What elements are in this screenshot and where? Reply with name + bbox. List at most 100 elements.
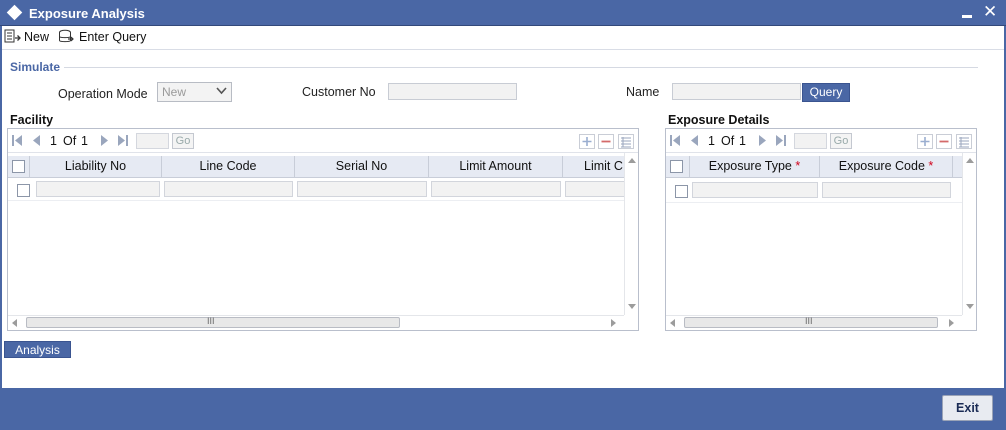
customer-no-label: Customer No [302,85,376,99]
exposure-page-input[interactable] [794,133,827,149]
exposure-header-row: Exposure Type * Exposure Code * [666,156,976,178]
name-label: Name [626,85,660,99]
delete-row-icon[interactable] [598,134,614,149]
enter-query-button-label: Enter Query [79,30,147,44]
window-titlebar: Exposure Analysis ✕ [0,0,1006,26]
last-page-icon[interactable] [776,135,786,146]
scroll-up-icon[interactable] [966,158,974,163]
facility-horizontal-scrollbar[interactable]: III [8,315,624,329]
col-limit-c[interactable]: Limit C [563,156,625,178]
scroll-grip: III [207,316,215,326]
exposure-page-current: 1 [708,134,715,148]
name-input[interactable] [672,83,801,100]
limit-c-cell[interactable] [565,181,625,197]
facility-page-of: Of [63,134,77,148]
col-line-code[interactable]: Line Code [162,156,295,178]
window-title: Exposure Analysis [29,6,145,21]
row-checkbox[interactable] [17,184,30,197]
exposure-page-of: Of [721,134,735,148]
app-diamond-icon [6,4,23,21]
liability-no-cell[interactable] [36,181,160,197]
scroll-grip: III [805,316,813,326]
window-frame-left [0,26,2,390]
col-serial-no[interactable]: Serial No [295,156,429,178]
last-page-icon[interactable] [118,135,128,146]
enter-query-icon [59,29,74,43]
add-row-icon[interactable] [917,134,933,149]
line-code-cell[interactable] [164,181,293,197]
scroll-left-icon[interactable] [670,319,675,327]
exposure-code-cell[interactable] [822,182,951,198]
scroll-down-icon[interactable] [628,304,636,309]
minimize-icon[interactable] [962,8,974,18]
facility-select-all-cell [8,156,30,178]
simulate-section-title: Simulate [10,60,61,74]
toolbar: New Enter Query [0,26,1006,50]
scroll-down-icon[interactable] [966,304,974,309]
customer-no-input[interactable] [388,83,517,100]
exposure-details-grid: 1 Of 1 Go Exposure Type * Exposure Code … [665,128,977,331]
single-view-icon[interactable] [618,134,634,149]
next-page-icon[interactable] [99,135,109,146]
operation-mode-value: New [162,85,187,99]
query-button[interactable]: Query [802,83,850,102]
delete-row-icon[interactable] [936,134,952,149]
table-row [8,179,625,201]
facility-header-row: Liability No Line Code Serial No Limit A… [8,156,638,178]
exposure-page-total: 1 [739,134,746,148]
facility-vertical-scrollbar[interactable] [624,153,638,315]
col-liability-no[interactable]: Liability No [30,156,162,178]
col-exposure-code[interactable]: Exposure Code * [820,156,953,178]
exposure-select-all-cell [666,156,690,178]
single-view-icon[interactable] [956,134,972,149]
facility-grid: 1 Of 1 Go Liability No Line Code Serial … [7,128,639,331]
analysis-button[interactable]: Analysis [4,341,71,358]
exposure-pager: 1 Of 1 Go [666,129,976,153]
add-row-icon[interactable] [579,134,595,149]
required-marker: * [928,159,934,173]
operation-mode-label: Operation Mode [58,87,148,101]
col-exposure-type[interactable]: Exposure Type * [690,156,820,178]
chevron-down-icon [216,87,227,95]
enter-query-button[interactable]: Enter Query [58,28,148,46]
row-checkbox[interactable] [675,185,688,198]
next-page-icon[interactable] [757,135,767,146]
facility-scroll-thumb[interactable]: III [26,316,400,328]
exposure-horizontal-scrollbar[interactable]: III [666,315,962,329]
facility-page-total: 1 [81,134,88,148]
exposure-go-button[interactable]: Go [830,133,852,149]
prev-page-icon[interactable] [32,135,42,146]
scroll-left-icon[interactable] [12,319,17,327]
required-marker: * [795,159,801,173]
table-row [666,179,962,203]
facility-page-current: 1 [50,134,57,148]
exposure-details-title: Exposure Details [668,113,770,127]
facility-select-all-checkbox[interactable] [12,160,25,173]
facility-go-button[interactable]: Go [172,133,194,149]
operation-mode-select[interactable]: New [157,82,232,102]
simulate-divider [64,67,978,68]
exposure-type-cell[interactable] [692,182,818,198]
facility-title: Facility [10,113,54,127]
col-exposure-code-label: Exposure Code [838,159,925,173]
first-page-icon[interactable] [12,135,22,146]
exposure-scroll-thumb[interactable]: III [684,316,938,328]
exit-button[interactable]: Exit [942,395,993,421]
serial-no-cell[interactable] [297,181,427,197]
first-page-icon[interactable] [670,135,680,146]
scroll-up-icon[interactable] [628,158,636,163]
col-exposure-type-label: Exposure Type [708,159,792,173]
new-document-icon [4,29,21,43]
new-button-label: New [24,30,50,44]
scroll-right-icon[interactable] [949,319,954,327]
scroll-right-icon[interactable] [611,319,616,327]
col-limit-amount[interactable]: Limit Amount [429,156,563,178]
close-icon[interactable]: ✕ [983,3,997,21]
exposure-vertical-scrollbar[interactable] [962,153,976,315]
facility-page-input[interactable] [136,133,169,149]
limit-amount-cell[interactable] [431,181,561,197]
facility-pager: 1 Of 1 Go [8,129,638,153]
exposure-select-all-checkbox[interactable] [670,160,683,173]
new-button[interactable]: New [4,28,52,46]
prev-page-icon[interactable] [690,135,700,146]
